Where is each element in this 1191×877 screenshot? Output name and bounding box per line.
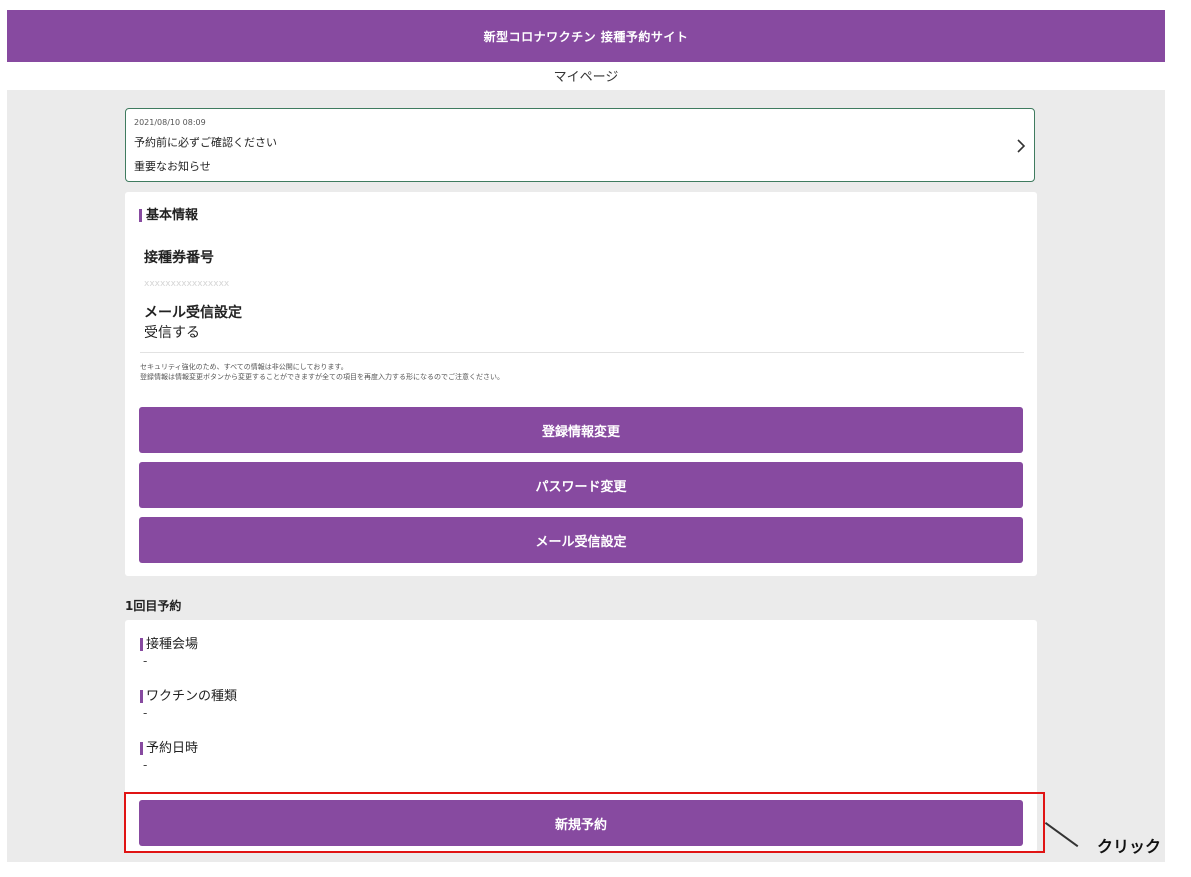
security-note-line-2: 登録情報は情報変更ボタンから変更することができますが全ての項目を再度入力する形に…	[140, 373, 504, 381]
notice-subtitle: 重要なお知らせ	[134, 160, 211, 173]
vaccine-type-label: ワクチンの種類	[140, 690, 237, 703]
ticket-number-label: 接種券番号	[144, 250, 214, 266]
venue-label: 接種会場	[140, 638, 198, 651]
highlight-box	[124, 792, 1045, 853]
mail-setting-value: 受信する	[144, 325, 200, 341]
security-note-line-1: セキュリティ強化のため、すべての情報は非公開にしております。	[140, 363, 348, 371]
chevron-right-icon[interactable]	[1016, 135, 1026, 159]
divider	[140, 352, 1024, 353]
site-title: 新型コロナワクチン 接種予約サイト	[483, 29, 689, 44]
reservation-datetime-label: 予約日時	[140, 742, 198, 755]
first-reservation-heading: 1回目予約	[125, 599, 182, 613]
change-password-button[interactable]: パスワード変更	[139, 462, 1023, 508]
basic-info-card: 基本情報 接種券番号 xxxxxxxxxxxxxxxx メール受信設定 受信する…	[125, 192, 1037, 576]
edit-registration-button[interactable]: 登録情報変更	[139, 407, 1023, 453]
mail-settings-button[interactable]: メール受信設定	[139, 517, 1023, 563]
notice-date: 2021/08/10 08:09	[134, 118, 206, 127]
venue-value: -	[143, 654, 148, 668]
notice-title: 予約前に必ずご確認ください	[134, 136, 277, 149]
basic-info-title: 基本情報	[139, 209, 198, 222]
site-header: 新型コロナワクチン 接種予約サイト	[7, 10, 1165, 62]
mail-setting-label: メール受信設定	[144, 305, 242, 321]
important-notice-card[interactable]: 2021/08/10 08:09 予約前に必ずご確認ください 重要なお知らせ	[125, 108, 1035, 182]
page-title: マイページ	[553, 70, 619, 85]
ticket-number-value: xxxxxxxxxxxxxxxx	[144, 279, 230, 289]
reservation-datetime-value: -	[143, 758, 148, 772]
click-annotation: クリック	[1097, 837, 1162, 856]
vaccine-type-value: -	[143, 706, 148, 720]
